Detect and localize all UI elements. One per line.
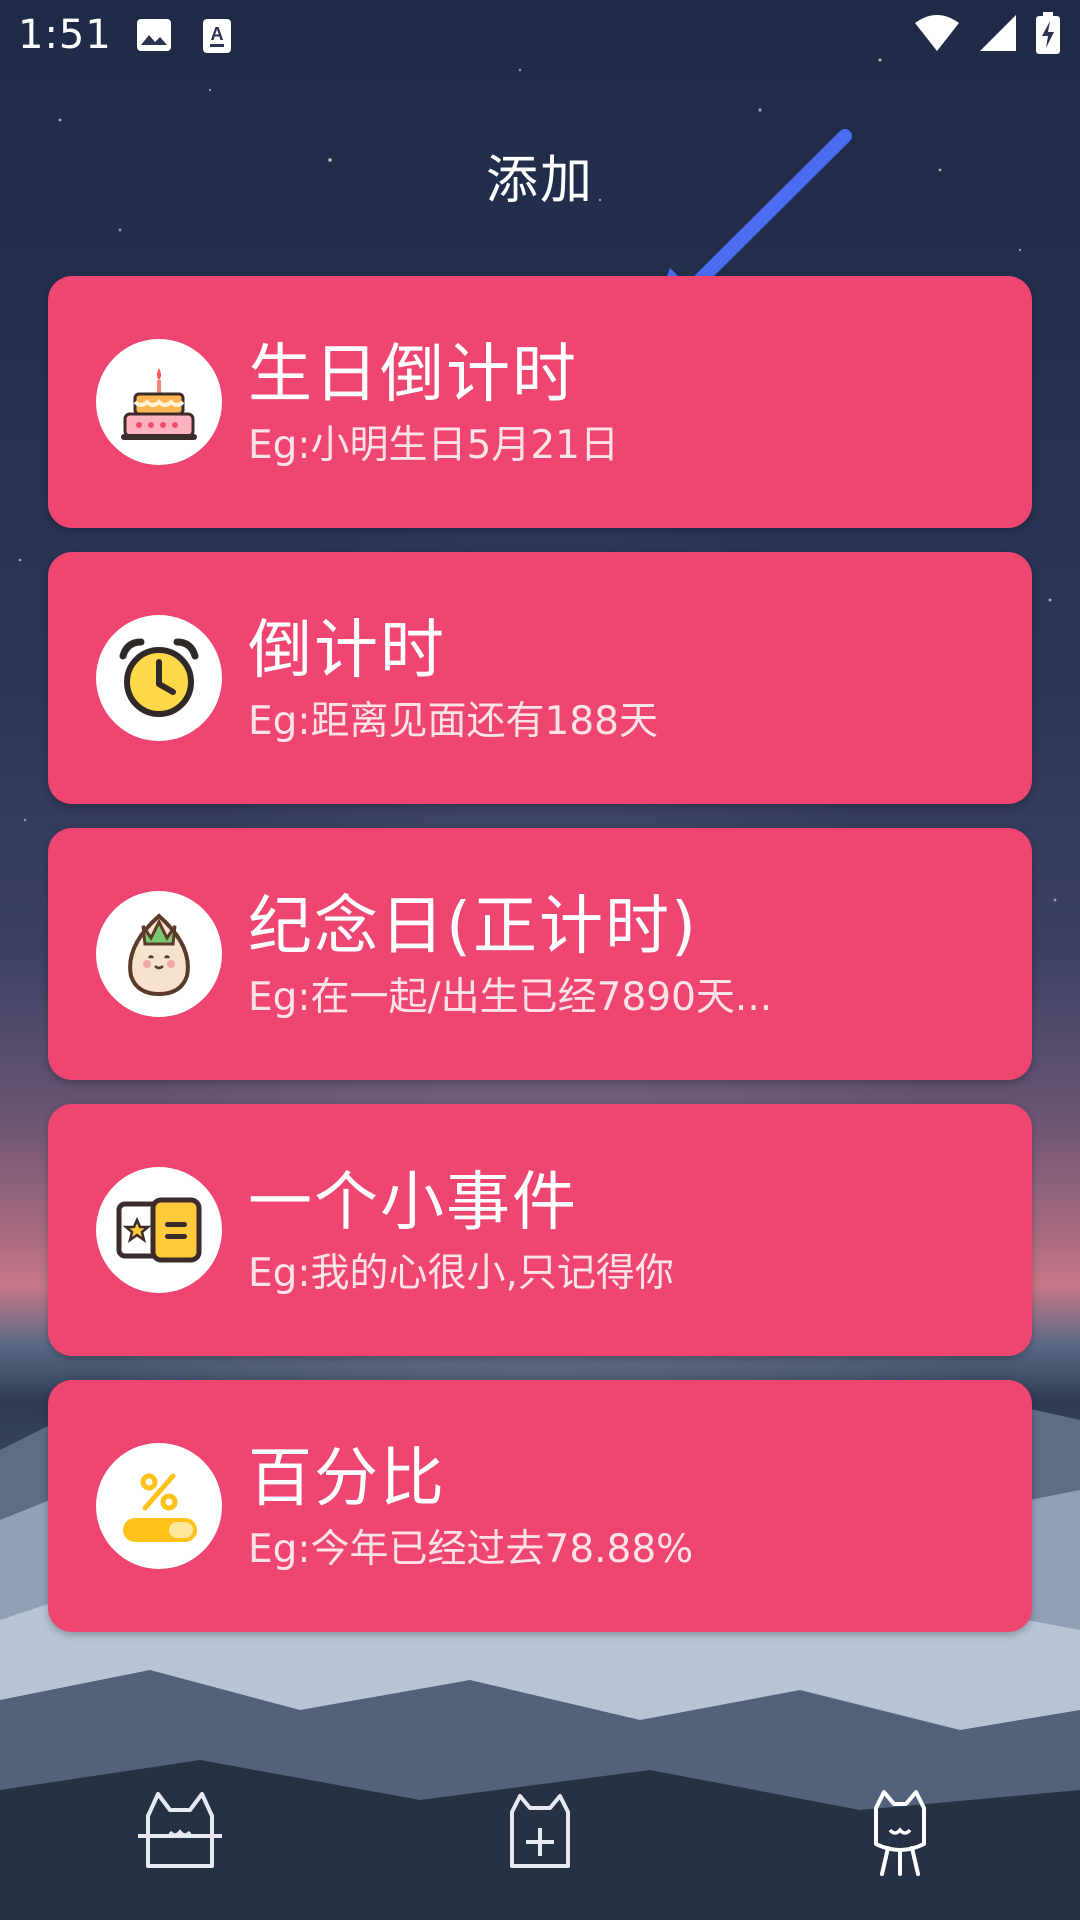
birthday-cake-icon xyxy=(96,339,222,465)
card-subtitle: Eg:小明生日5月21日 xyxy=(248,423,619,468)
percent-toggle-icon xyxy=(96,1443,222,1569)
ticket-note-icon xyxy=(96,1167,222,1293)
cat-profile-icon[interactable] xyxy=(850,1782,950,1882)
card-subtitle: Eg:我的心很小,只记得你 xyxy=(248,1251,674,1296)
card-subtitle: Eg:距离见面还有188天 xyxy=(248,699,658,744)
card-birthday-countdown[interactable]: 生日倒计时 Eg:小明生日5月21日 xyxy=(48,276,1032,528)
card-title: 生日倒计时 xyxy=(248,338,578,412)
status-bar: 1:51 A xyxy=(0,0,1080,72)
card-title: 纪念日(正计时) xyxy=(248,890,698,964)
status-time: 1:51 xyxy=(18,12,112,58)
card-title: 一个小事件 xyxy=(248,1166,578,1240)
card-subtitle: Eg:在一起/出生已经7890天... xyxy=(248,975,773,1020)
svg-text:A: A xyxy=(211,24,224,44)
cat-add-icon[interactable] xyxy=(490,1782,590,1882)
cute-seed-icon xyxy=(96,891,222,1017)
signal-icon xyxy=(978,13,1018,57)
cat-home-icon[interactable] xyxy=(130,1782,230,1882)
battery-charging-icon xyxy=(1036,12,1060,58)
card-countdown[interactable]: 倒计时 Eg:距离见面还有188天 xyxy=(48,552,1032,804)
card-anniversary[interactable]: 纪念日(正计时) Eg:在一起/出生已经7890天... xyxy=(48,828,1032,1080)
card-percentage[interactable]: 百分比 Eg:今年已经过去78.88% xyxy=(48,1380,1032,1632)
card-subtitle: Eg:今年已经过去78.88% xyxy=(248,1527,694,1572)
bottom-navigation xyxy=(0,1750,1080,1920)
image-icon xyxy=(136,18,172,58)
page-title: 添加 xyxy=(485,151,594,211)
wifi-icon xyxy=(914,13,960,57)
alarm-clock-icon xyxy=(96,615,222,741)
card-small-event[interactable]: 一个小事件 Eg:我的心很小,只记得你 xyxy=(48,1104,1032,1356)
card-title: 百分比 xyxy=(248,1442,446,1516)
text-icon: A xyxy=(202,18,232,58)
card-title: 倒计时 xyxy=(248,614,446,688)
